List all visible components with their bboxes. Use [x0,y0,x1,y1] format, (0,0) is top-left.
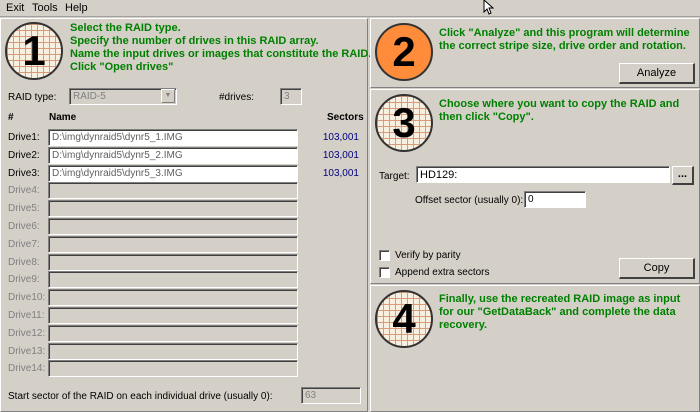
step2-line: the correct stripe size, drive order and… [439,40,686,52]
column-header-name: Name [49,112,77,123]
step4-number-icon: 4 [375,290,433,348]
copy-button[interactable]: Copy [619,258,695,279]
step2-panel: 2 Click "Analyze" and this program will … [370,18,700,88]
start-sector-input[interactable]: 63 [301,387,361,404]
step3-number-icon: 3 [375,94,433,152]
step1-line: Click "Open drives" [70,61,174,73]
drive-path-input[interactable] [48,218,298,235]
drive-label: Drive7: [8,239,40,250]
drives-count-input[interactable]: 3 [280,88,302,105]
drive-path-input[interactable] [48,254,298,271]
drives-count-label: #drives: [219,92,255,103]
step3-line: Choose where you want to copy the RAID a… [439,98,680,110]
step1-panel: 1 Select the RAID type. Specify the numb… [0,18,372,412]
offset-sector-label: Offset sector (usually 0): [415,195,524,206]
drive-label: Drive14: [8,363,46,374]
drive-label: Drive12: [8,328,46,339]
step1-line: Name the input drives or images that con… [70,48,372,60]
drive-sectors: 103,001 [322,150,359,161]
drive-path-input[interactable] [48,360,298,377]
drive-path-input[interactable] [48,289,298,306]
step1-line: Select the RAID type. [70,22,181,34]
step2-number-icon: 2 [375,23,433,81]
drive-label: Drive13: [8,346,46,357]
offset-sector-input[interactable]: 0 [524,191,586,208]
drive-label: Drive2: [8,150,40,161]
browse-button[interactable]: ... [672,166,694,185]
analyze-button[interactable]: Analyze [619,63,695,84]
drive-label: Drive8: [8,257,40,268]
drive-sectors: 103,001 [322,132,359,143]
raid-type-value: RAID-5 [73,91,106,102]
drive-label: Drive9: [8,274,40,285]
verify-parity-checkbox[interactable] [379,250,390,261]
drive-path-input[interactable] [48,343,298,360]
drive-path-input[interactable] [48,325,298,342]
step4-line: recovery. [439,319,488,331]
verify-parity-label: Verify by parity [395,250,461,261]
drive-label: Drive6: [8,221,40,232]
raid-type-label: RAID type: [8,92,57,103]
drive-path-input[interactable] [48,236,298,253]
start-sector-label: Start sector of the RAID on each individ… [8,391,273,402]
drive-label: Drive1: [8,132,40,143]
step4-panel: 4 Finally, use the recreated RAID image … [370,285,700,412]
column-header-number: # [8,112,14,123]
chevron-down-icon[interactable]: ▼ [161,89,175,103]
step3-line: then click "Copy". [439,111,534,123]
mouse-cursor-icon [483,0,495,15]
step1-number-icon: 1 [5,22,63,80]
step4-line: Finally, use the recreated RAID image as… [439,293,681,305]
target-label: Target: [379,171,410,182]
menu-bar: Exit Tools Help [0,0,700,17]
drive-path-input[interactable] [48,307,298,324]
step2-line: Click "Analyze" and this program will de… [439,27,690,39]
append-extra-label: Append extra sectors [395,267,490,278]
menu-exit[interactable]: Exit [6,2,24,14]
drive-path-input[interactable] [48,182,298,199]
drive-label: Drive3: [8,168,40,179]
drive-path-input[interactable]: D:\img\dynraid5\dynr5_1.IMG [48,129,298,146]
drive-label: Drive4: [8,185,40,196]
step1-line: Specify the number of drives in this RAI… [70,35,319,47]
menu-help[interactable]: Help [65,2,88,14]
drive-label: Drive11: [8,310,45,321]
drive-label: Drive10: [8,292,46,303]
drive-path-input[interactable] [48,271,298,288]
menu-tools[interactable]: Tools [32,2,58,14]
drive-label: Drive5: [8,203,40,214]
target-input[interactable]: HD129: [416,166,670,183]
step3-panel: 3 Choose where you want to copy the RAID… [370,89,700,284]
column-header-sectors: Sectors [327,112,364,123]
step4-line: for our "GetDataBack" and complete the d… [439,306,676,318]
drive-path-input[interactable]: D:\img\dynraid5\dynr5_3.IMG [48,165,298,182]
append-extra-checkbox[interactable] [379,267,390,278]
drive-path-input[interactable] [48,200,298,217]
drive-sectors: 103,001 [322,168,359,179]
drive-path-input[interactable]: D:\img\dynraid5\dynr5_2.IMG [48,147,298,164]
